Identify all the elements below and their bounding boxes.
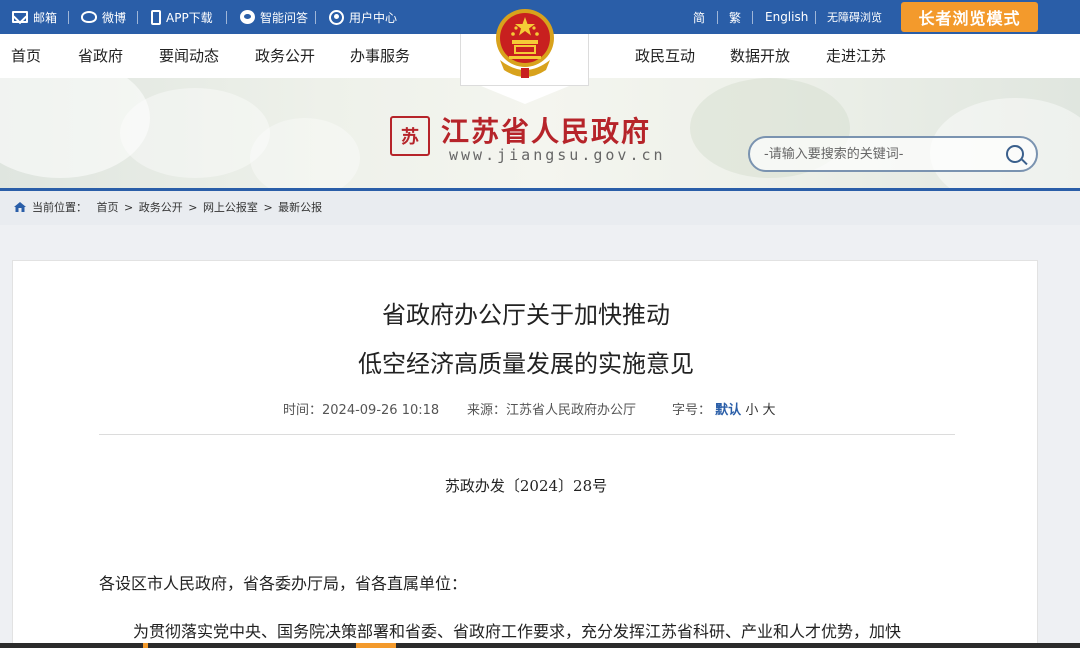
weibo-icon (81, 11, 97, 23)
mail-link[interactable]: 邮箱 (12, 0, 57, 34)
document-number: 苏政办发〔2024〕28号 (444, 477, 608, 495)
nav-home[interactable]: 首页 (11, 34, 41, 78)
article-title-line1: 省政府办公厅关于加快推动 (382, 301, 670, 329)
bottom-strip-segment (356, 643, 396, 648)
separator (226, 11, 227, 24)
search-icon[interactable] (1006, 145, 1024, 163)
breadcrumb-sep: > (188, 201, 201, 214)
nav-open-data[interactable]: 数据开放 (730, 34, 790, 78)
font-size-large[interactable]: 大 (762, 403, 775, 418)
separator (68, 11, 69, 24)
breadcrumb-sep: > (263, 201, 277, 214)
lang-simplified[interactable]: 简 (693, 0, 705, 34)
separator (315, 11, 316, 24)
weibo-link[interactable]: 微博 (81, 0, 126, 34)
nav-about-jiangsu[interactable]: 走进江苏 (826, 34, 886, 78)
lang-english[interactable]: English (765, 0, 808, 34)
search-input[interactable] (764, 144, 1004, 164)
user-center-link[interactable]: 用户中心 (329, 0, 397, 34)
font-size-switcher: 字号： 默认 小 大 (672, 403, 776, 418)
nav-province-gov[interactable]: 省政府 (78, 34, 123, 78)
article-title-line2: 低空经济高质量发展的实施意见 (358, 350, 694, 378)
breadcrumb-item-gov-affairs[interactable]: 政务公开 (139, 201, 183, 214)
breadcrumb-item-home[interactable]: 首页 (97, 201, 119, 214)
separator (752, 11, 753, 24)
nav-news[interactable]: 要闻动态 (159, 34, 219, 78)
separator (717, 11, 718, 24)
font-size-small[interactable]: 小 (745, 403, 758, 418)
chat-icon (240, 10, 255, 24)
breadcrumb-prefix: 当前位置： (32, 201, 87, 214)
article-paragraph: 为贯彻落实党中央、国务院决策部署和省委、省政府工作要求，充分发挥江苏省科研、产业… (133, 622, 902, 641)
article-card: 省政府办公厅关于加快推动 低空经济高质量发展的实施意见 时间：2024-09-2… (12, 260, 1038, 648)
smart-qa-link[interactable]: 智能问答 (240, 0, 308, 34)
user-icon (329, 9, 344, 25)
separator (815, 11, 816, 24)
lang-traditional[interactable]: 繁 (729, 0, 741, 34)
site-title[interactable]: 江苏省人民政府 (441, 110, 651, 150)
national-emblem-icon (496, 9, 554, 78)
elder-mode-button[interactable]: 长者浏览模式 (901, 2, 1038, 32)
search-box (748, 136, 1038, 172)
article-source: 来源：江苏省人民政府办公厅 (467, 403, 637, 418)
phone-icon (151, 9, 161, 25)
home-icon (14, 202, 26, 212)
emblem-tab-point (481, 86, 569, 104)
site-logo-seal: 苏 (390, 116, 430, 156)
decor-leaf (250, 118, 360, 188)
nav-interaction[interactable]: 政民互动 (635, 34, 695, 78)
separator (137, 11, 138, 24)
breadcrumb: 当前位置： 首页 > 政务公开 > 网上公报室 > 最新公报 (0, 188, 1080, 225)
breadcrumb-sep: > (124, 201, 137, 214)
accessibility-link[interactable]: 无障碍浏览 (827, 0, 882, 34)
breadcrumb-item-gazette[interactable]: 网上公报室 (203, 201, 258, 214)
bottom-strip (0, 643, 1080, 648)
app-download-link[interactable]: APP下载 (151, 0, 213, 34)
breadcrumb-item-latest[interactable]: 最新公报 (278, 201, 322, 214)
nav-gov-affairs[interactable]: 政务公开 (255, 34, 315, 78)
bottom-strip-segment (143, 643, 148, 648)
decor-leaf (120, 88, 270, 178)
publish-time: 时间：2024-09-26 10:18 (283, 403, 440, 418)
site-url: www.jiangsu.gov.cn (449, 146, 666, 164)
mail-icon (12, 11, 28, 23)
breadcrumb-trail: 当前位置： 首页 > 政务公开 > 网上公报室 > 最新公报 (32, 191, 324, 225)
meta-divider (99, 434, 955, 435)
article-salutation: 各设区市人民政府，省各委办厅局，省各直属单位： (99, 574, 468, 593)
nav-services[interactable]: 办事服务 (350, 34, 410, 78)
font-size-default[interactable]: 默认 (715, 403, 741, 418)
